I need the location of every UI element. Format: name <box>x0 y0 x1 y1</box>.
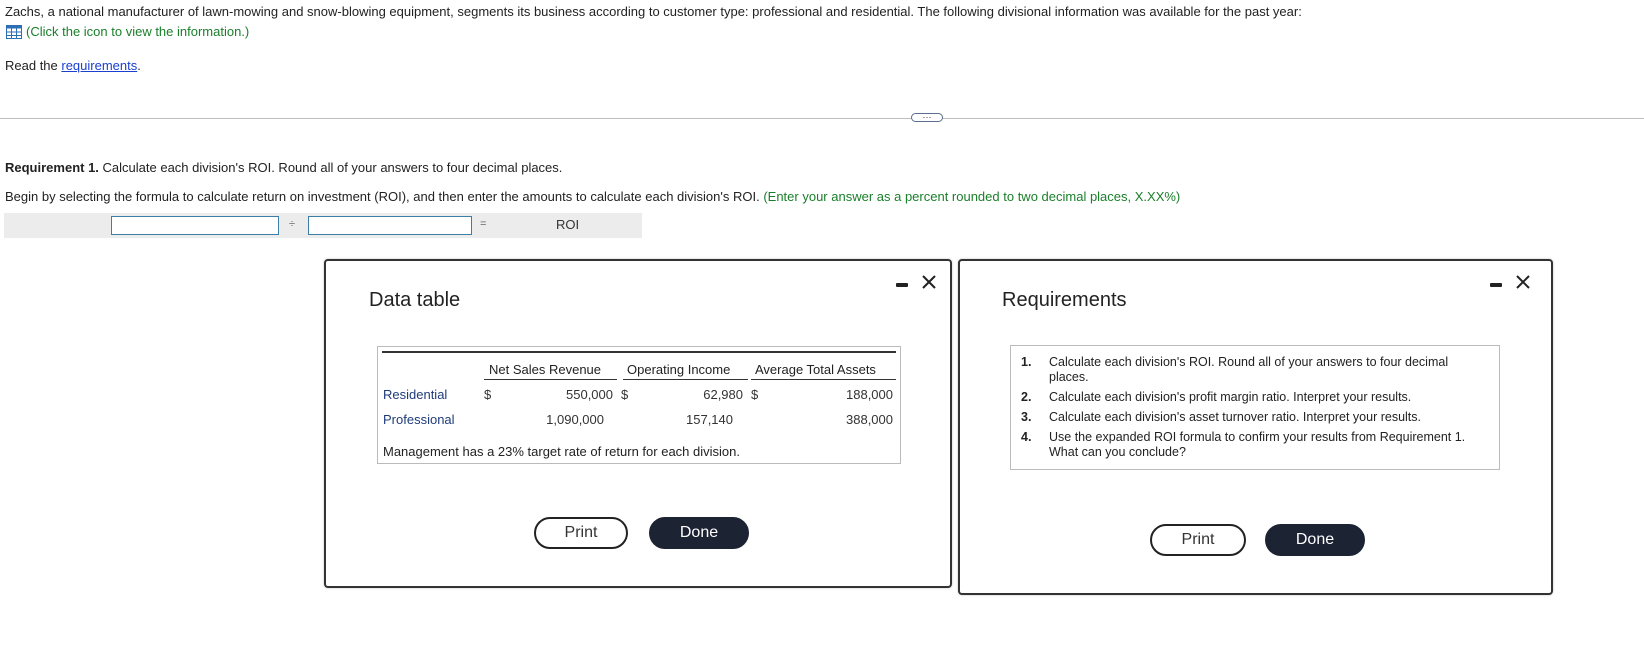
professional-assets: 388,000 <box>846 412 893 427</box>
section-divider <box>0 118 1644 119</box>
table-top-rule <box>382 351 896 353</box>
requirements-list: 1. Calculate each division's ROI. Round … <box>1010 345 1500 470</box>
header-rule <box>484 379 617 380</box>
requirements-window-controls <box>1490 273 1532 291</box>
equals-operator: = <box>480 218 487 230</box>
expand-more-button[interactable]: ··· <box>911 113 943 122</box>
requirements-dialog: Requirements 1. Calculate each division'… <box>958 259 1553 595</box>
table-grid-icon[interactable] <box>6 24 22 39</box>
read-prefix: Read the <box>5 58 62 73</box>
header-operating-income: Operating Income <box>627 362 731 377</box>
item-number: 1. <box>1021 355 1032 369</box>
view-information-link[interactable]: (Click the icon to view the information.… <box>6 24 249 39</box>
formula-denominator-input[interactable] <box>308 216 472 235</box>
residential-income: 62,980 <box>703 387 743 402</box>
data-table-title: Data table <box>369 289 461 311</box>
instructions: Begin by selecting the formula to calcul… <box>5 189 1180 204</box>
currency-symbol: $ <box>751 387 759 402</box>
item-number: 4. <box>1021 430 1032 444</box>
instruction-text: Begin by selecting the formula to calcul… <box>5 189 764 204</box>
read-requirements: Read the requirements. <box>5 58 141 73</box>
currency-symbol: $ <box>621 387 629 402</box>
close-icon[interactable] <box>1514 273 1532 291</box>
currency-symbol: $ <box>484 387 492 402</box>
done-button[interactable]: Done <box>649 517 749 549</box>
professional-sales: 1,090,000 <box>546 412 604 427</box>
item-number: 3. <box>1021 410 1032 424</box>
info-link-text[interactable]: (Click the icon to view the information.… <box>26 24 249 39</box>
formula-result-label: ROI <box>556 217 580 232</box>
item-text: Calculate each division's ROI. Round all… <box>1049 355 1449 384</box>
residential-sales: 550,000 <box>566 387 613 402</box>
minimize-icon[interactable] <box>896 283 908 287</box>
row-label-residential: Residential <box>383 387 448 402</box>
formula-bar: ÷ = ROI <box>4 213 642 238</box>
item-text: Use the expanded ROI formula to confirm … <box>1049 430 1466 459</box>
print-button[interactable]: Print <box>1150 524 1246 556</box>
requirement-1-heading: Requirement 1. Calculate each division's… <box>5 160 562 175</box>
item-number: 2. <box>1021 390 1032 404</box>
formula-numerator-input[interactable] <box>111 216 279 235</box>
header-rule <box>751 379 896 380</box>
requirements-link[interactable]: requirements <box>61 58 137 73</box>
read-suffix: . <box>137 58 141 73</box>
header-rule <box>623 379 748 380</box>
divide-operator: ÷ <box>289 218 296 230</box>
requirement-1-label: Requirement 1. <box>5 160 99 175</box>
item-text: Calculate each division's asset turnover… <box>1049 410 1422 424</box>
header-net-sales: Net Sales Revenue <box>489 362 602 377</box>
data-table: Net Sales Revenue Operating Income Avera… <box>377 346 901 464</box>
instruction-hint: (Enter your answer as a percent rounded … <box>763 189 1181 204</box>
header-average-assets: Average Total Assets <box>755 362 876 377</box>
minimize-icon[interactable] <box>1490 283 1502 287</box>
professional-income: 157,140 <box>686 412 733 427</box>
row-label-professional: Professional <box>383 412 455 427</box>
close-icon[interactable] <box>920 273 938 291</box>
print-button[interactable]: Print <box>534 517 628 549</box>
data-table-window-controls <box>896 273 938 291</box>
requirements-title: Requirements <box>1002 289 1127 311</box>
item-text: Calculate each division's profit margin … <box>1049 390 1412 404</box>
done-button[interactable]: Done <box>1265 524 1365 556</box>
intro-text: Zachs, a national manufacturer of lawn-m… <box>5 4 1302 19</box>
table-note: Management has a 23% target rate of retu… <box>383 444 740 459</box>
requirement-1-text: Calculate each division's ROI. Round all… <box>98 160 563 175</box>
data-table-dialog: Data table Net Sales Revenue Operating I… <box>324 259 952 588</box>
residential-assets: 188,000 <box>846 387 893 402</box>
